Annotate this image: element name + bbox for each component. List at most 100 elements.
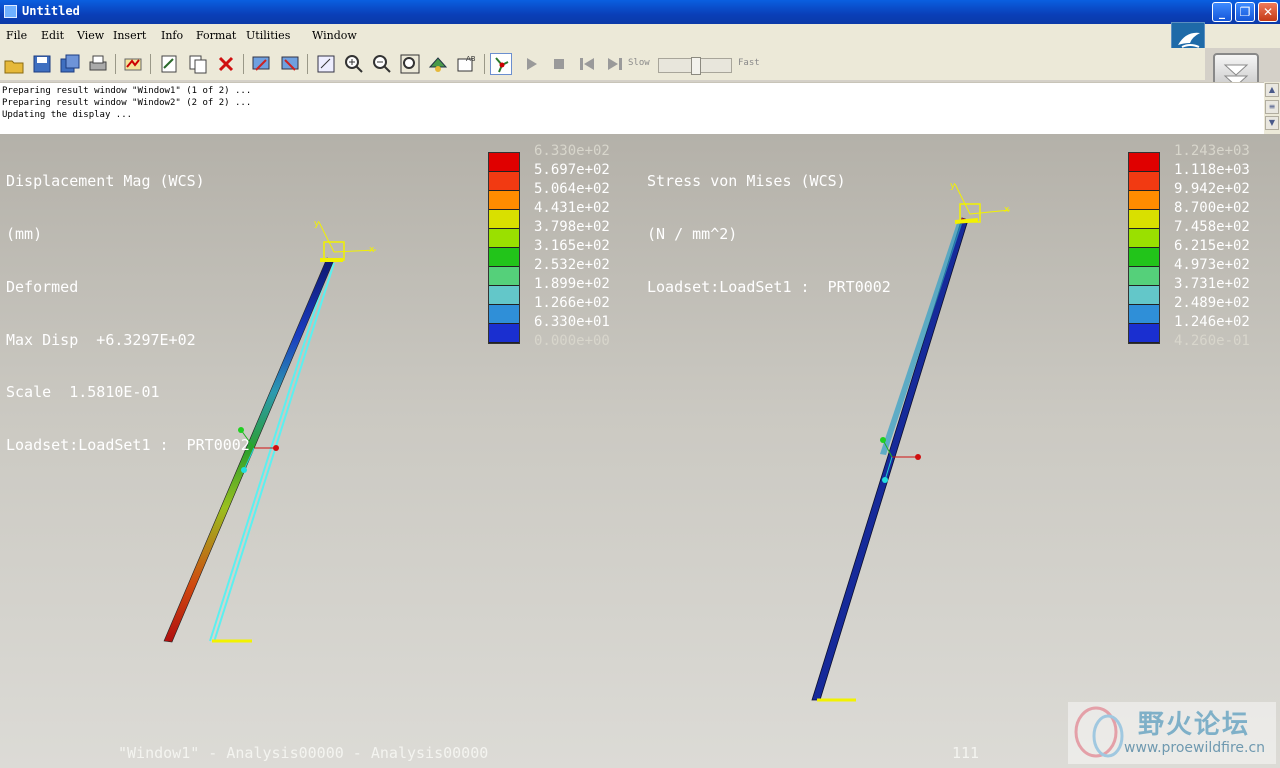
legend-swatch <box>489 191 519 210</box>
slow-label: Slow <box>628 58 650 68</box>
toolbar: AB Slow Fast <box>0 48 1205 80</box>
title-bar: Untitled _ ❐ ✕ <box>0 0 1280 24</box>
legend-value: 3.165e+02 <box>534 238 610 254</box>
close-button[interactable]: ✕ <box>1258 2 1278 22</box>
view-label-icon[interactable]: AB <box>455 53 477 75</box>
legend-value: 6.330e+01 <box>534 314 610 330</box>
watermark-url: www.proewildfire.cn <box>1124 740 1266 756</box>
left-color-legend <box>488 152 520 344</box>
fast-label: Fast <box>738 58 760 68</box>
refit-icon[interactable] <box>315 53 337 75</box>
legend-value: 2.532e+02 <box>534 257 610 273</box>
results-icon[interactable] <box>122 53 144 75</box>
legend-value: 9.942e+02 <box>1174 181 1250 197</box>
orient-icon[interactable] <box>427 53 449 75</box>
step-back-icon[interactable] <box>576 53 598 75</box>
legend-value: 1.266e+02 <box>534 295 610 311</box>
play-icon[interactable] <box>520 53 542 75</box>
menu-insert[interactable]: Insert <box>113 29 146 42</box>
legend-value: 3.731e+02 <box>1174 276 1250 292</box>
legend-swatch <box>489 229 519 248</box>
legend-swatch <box>489 248 519 267</box>
speed-slider-thumb[interactable] <box>691 57 701 75</box>
legend-swatch <box>489 305 519 324</box>
svg-text:y: y <box>950 181 956 191</box>
right-color-legend <box>1128 152 1160 344</box>
legend-swatch <box>1129 286 1159 305</box>
legend-value: 7.458e+02 <box>1174 219 1250 235</box>
menu-file[interactable]: File <box>6 29 27 42</box>
legend-value: 8.700e+02 <box>1174 200 1250 216</box>
zoom-fit-icon[interactable] <box>399 53 421 75</box>
menu-info[interactable]: Info <box>161 29 183 42</box>
header-line: Loadset:LoadSet1 : PRT0002 <box>647 277 891 296</box>
legend-swatch <box>489 267 519 286</box>
scroll-down-icon[interactable]: ▼ <box>1265 116 1279 130</box>
graphics-area[interactable]: x y x y Displacement Mag (WCS) (mm) Defo… <box>0 134 1280 768</box>
legend-value: 5.064e+02 <box>534 181 610 197</box>
menu-window[interactable]: Window <box>312 29 357 42</box>
legend-swatch <box>489 210 519 229</box>
legend-swatch <box>489 172 519 191</box>
legend-swatch <box>1129 248 1159 267</box>
probe-icon[interactable] <box>490 53 512 75</box>
save-icon[interactable] <box>31 53 53 75</box>
legend-value: 0.000e+00 <box>534 333 610 349</box>
menu-view[interactable]: View <box>77 29 104 42</box>
legend-value: 2.489e+02 <box>1174 295 1250 311</box>
edit-icon[interactable] <box>158 53 180 75</box>
legend-swatch <box>1129 172 1159 191</box>
legend-swatch <box>489 324 519 343</box>
copy-icon[interactable] <box>187 53 209 75</box>
legend-swatch <box>1129 305 1159 324</box>
step-forward-icon[interactable] <box>604 53 626 75</box>
message-area: Preparing result window "Window1" (1 of … <box>0 82 1264 134</box>
legend-value: 4.973e+02 <box>1174 257 1250 273</box>
legend-swatch <box>1129 153 1159 172</box>
message-line: Updating the display ... <box>2 110 133 120</box>
legend-swatch <box>1129 210 1159 229</box>
header-line: Stress von Mises (WCS) <box>647 172 846 191</box>
speed-slider[interactable] <box>658 57 732 75</box>
legend-swatch <box>1129 229 1159 248</box>
restore-button[interactable]: ❐ <box>1235 2 1255 22</box>
scroll-menu-icon[interactable]: ≡ <box>1265 100 1279 114</box>
legend-value: 3.798e+02 <box>534 219 610 235</box>
message-line: Preparing result window "Window1" (1 of … <box>2 86 252 96</box>
hide-icon[interactable] <box>279 53 301 75</box>
scroll-up-icon[interactable]: ▲ <box>1265 83 1279 97</box>
svg-text:x: x <box>369 245 375 255</box>
menu-edit[interactable]: Edit <box>41 29 64 42</box>
legend-value: 1.246e+02 <box>1174 314 1250 330</box>
header-line: Max Disp +6.3297E+02 <box>6 330 196 349</box>
watermark-title: 野火论坛 <box>1138 710 1251 740</box>
header-line: Displacement Mag (WCS) <box>6 172 205 191</box>
legend-swatch <box>489 153 519 172</box>
print-icon[interactable] <box>87 53 109 75</box>
minimize-button[interactable]: _ <box>1212 2 1232 22</box>
left-window-footer: "Window1" - Analysis00000 - Analysis0000… <box>118 744 489 762</box>
window-title: Untitled <box>22 4 80 18</box>
menu-utilities[interactable]: Utilities <box>246 29 290 42</box>
menu-bar: File Edit View Insert Info Format Utilit… <box>0 24 1280 48</box>
legend-swatch <box>1129 191 1159 210</box>
header-line: (mm) <box>6 224 43 243</box>
app-icon <box>4 5 17 18</box>
zoom-out-icon[interactable] <box>371 53 393 75</box>
save-all-icon[interactable] <box>59 53 81 75</box>
open-icon[interactable] <box>3 53 25 75</box>
legend-value: 5.697e+02 <box>534 162 610 178</box>
legend-value: 4.431e+02 <box>534 200 610 216</box>
menu-format[interactable]: Format <box>196 29 236 42</box>
legend-value: 4.260e-01 <box>1174 333 1250 349</box>
stop-icon[interactable] <box>548 53 570 75</box>
right-view-header: Stress von Mises (WCS) (N / mm^2) Loadse… <box>647 138 891 332</box>
header-line: Loadset:LoadSet1 : PRT0002 <box>6 436 250 455</box>
zoom-in-icon[interactable] <box>343 53 365 75</box>
left-view-header: Displacement Mag (WCS) (mm) Deformed Max… <box>6 138 250 490</box>
legend-value: 6.330e+02 <box>534 143 610 159</box>
show-icon[interactable] <box>250 53 272 75</box>
legend-swatch <box>489 286 519 305</box>
delete-icon[interactable] <box>215 53 237 75</box>
legend-value: 6.215e+02 <box>1174 238 1250 254</box>
